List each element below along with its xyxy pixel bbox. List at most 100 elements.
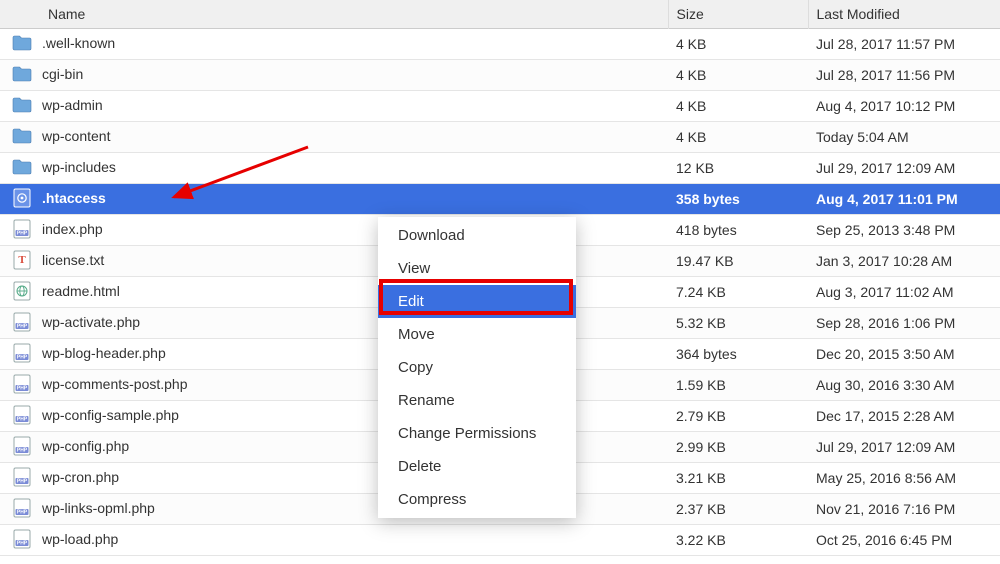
folder-icon <box>12 127 32 145</box>
cell-modified: Jul 29, 2017 12:09 AM <box>808 153 1000 184</box>
file-name: wp-config.php <box>42 438 129 454</box>
php-icon: PHP <box>12 499 32 517</box>
cell-modified: Jul 28, 2017 11:57 PM <box>808 29 1000 60</box>
system-icon <box>12 189 32 207</box>
context-menu-item-compress[interactable]: Compress <box>378 483 576 516</box>
php-icon: PHP <box>12 344 32 362</box>
cell-modified: Oct 25, 2016 6:45 PM <box>808 525 1000 556</box>
cell-size: 3.21 KB <box>668 463 808 494</box>
cell-modified: Dec 20, 2015 3:50 AM <box>808 339 1000 370</box>
php-icon: PHP <box>12 468 32 486</box>
file-name: wp-config-sample.php <box>42 407 179 423</box>
cell-modified: Aug 4, 2017 11:01 PM <box>808 184 1000 215</box>
txt-icon: T <box>12 251 32 269</box>
cell-modified: Aug 3, 2017 11:02 AM <box>808 277 1000 308</box>
php-icon: PHP <box>12 313 32 331</box>
svg-text:PHP: PHP <box>17 541 28 547</box>
svg-text:PHP: PHP <box>17 510 28 516</box>
svg-text:PHP: PHP <box>17 355 28 361</box>
file-name: wp-content <box>42 128 110 144</box>
table-row[interactable]: wp-includes12 KBJul 29, 2017 12:09 AM <box>0 153 1000 184</box>
cell-modified: Dec 17, 2015 2:28 AM <box>808 401 1000 432</box>
file-name: .htaccess <box>42 190 106 206</box>
cell-name[interactable]: .well-known <box>0 29 668 57</box>
cell-size: 2.79 KB <box>668 401 808 432</box>
cell-size: 4 KB <box>668 29 808 60</box>
cell-size: 2.37 KB <box>668 494 808 525</box>
file-name: cgi-bin <box>42 66 83 82</box>
context-menu-item-download[interactable]: Download <box>378 219 576 252</box>
file-name: wp-cron.php <box>42 469 119 485</box>
svg-text:T: T <box>18 254 26 266</box>
php-icon: PHP <box>12 375 32 393</box>
cell-name[interactable]: .htaccess <box>0 184 668 212</box>
table-row[interactable]: .well-known 4 KBJul 28, 2017 11:57 PM <box>0 29 1000 60</box>
php-icon: PHP <box>12 437 32 455</box>
context-menu-item-delete[interactable]: Delete <box>378 450 576 483</box>
folder-icon <box>12 158 32 176</box>
cell-modified: Nov 21, 2016 7:16 PM <box>808 494 1000 525</box>
file-name: readme.html <box>42 283 120 299</box>
cell-size: 2.99 KB <box>668 432 808 463</box>
table-row[interactable]: .htaccess 358 bytesAug 4, 2017 11:01 PM <box>0 184 1000 215</box>
cell-size: 7.24 KB <box>668 277 808 308</box>
cell-modified: Sep 25, 2013 3:48 PM <box>808 215 1000 246</box>
context-menu-item-view[interactable]: View <box>378 252 576 285</box>
html-icon <box>12 282 32 300</box>
cell-size: 3.22 KB <box>668 525 808 556</box>
file-name: .well-known <box>42 35 115 51</box>
cell-modified: Sep 28, 2016 1:06 PM <box>808 308 1000 339</box>
file-name: wp-admin <box>42 97 103 113</box>
cell-size: 364 bytes <box>668 339 808 370</box>
cell-modified: Jul 29, 2017 12:09 AM <box>808 432 1000 463</box>
table-row[interactable]: wp-content 4 KBToday 5:04 AM <box>0 122 1000 153</box>
table-row[interactable]: cgi-bin 4 KBJul 28, 2017 11:56 PM <box>0 60 1000 91</box>
folder-icon <box>12 65 32 83</box>
cell-modified: Jul 28, 2017 11:56 PM <box>808 60 1000 91</box>
cell-name[interactable]: wp-admin <box>0 91 668 119</box>
column-header-name[interactable]: Name <box>0 0 668 29</box>
svg-text:PHP: PHP <box>17 324 28 330</box>
cell-size: 19.47 KB <box>668 246 808 277</box>
cell-size: 358 bytes <box>668 184 808 215</box>
folder-icon <box>12 34 32 52</box>
cell-name[interactable]: wp-includes <box>0 153 668 181</box>
table-header-row: Name Size Last Modified <box>0 0 1000 29</box>
svg-text:PHP: PHP <box>17 448 28 454</box>
context-menu-item-change-permissions[interactable]: Change Permissions <box>378 417 576 450</box>
file-name: wp-comments-post.php <box>42 376 188 392</box>
cell-size: 1.59 KB <box>668 370 808 401</box>
php-icon: PHP <box>12 530 32 548</box>
context-menu-item-move[interactable]: Move <box>378 318 576 351</box>
cell-size: 5.32 KB <box>668 308 808 339</box>
column-header-modified[interactable]: Last Modified <box>808 0 1000 29</box>
cell-name[interactable]: PHP wp-load.php <box>0 525 668 553</box>
context-menu-item-rename[interactable]: Rename <box>378 384 576 417</box>
cell-modified: Aug 30, 2016 3:30 AM <box>808 370 1000 401</box>
php-icon: PHP <box>12 406 32 424</box>
table-row[interactable]: PHP wp-load.php 3.22 KBOct 25, 2016 6:45 P… <box>0 525 1000 556</box>
cell-modified: Jan 3, 2017 10:28 AM <box>808 246 1000 277</box>
cell-name[interactable]: wp-content <box>0 122 668 150</box>
cell-size: 12 KB <box>668 153 808 184</box>
cell-name[interactable]: cgi-bin <box>0 60 668 88</box>
cell-size: 4 KB <box>668 60 808 91</box>
svg-text:PHP: PHP <box>17 479 28 485</box>
table-row[interactable]: wp-admin 4 KBAug 4, 2017 10:12 PM <box>0 91 1000 122</box>
file-name: wp-load.php <box>42 531 118 547</box>
cell-size: 4 KB <box>668 122 808 153</box>
svg-text:PHP: PHP <box>17 231 28 237</box>
context-menu-item-edit[interactable]: Edit <box>378 285 576 318</box>
file-name: wp-blog-header.php <box>42 345 166 361</box>
php-icon: PHP <box>12 220 32 238</box>
svg-text:PHP: PHP <box>17 386 28 392</box>
cell-modified: Today 5:04 AM <box>808 122 1000 153</box>
cell-modified: Aug 4, 2017 10:12 PM <box>808 91 1000 122</box>
column-header-size[interactable]: Size <box>668 0 808 29</box>
context-menu-item-copy[interactable]: Copy <box>378 351 576 384</box>
file-name: wp-links-opml.php <box>42 500 155 516</box>
cell-size: 4 KB <box>668 91 808 122</box>
file-name: wp-activate.php <box>42 314 140 330</box>
cell-modified: May 25, 2016 8:56 AM <box>808 463 1000 494</box>
context-menu: DownloadViewEditMoveCopyRenameChange Per… <box>378 217 576 518</box>
